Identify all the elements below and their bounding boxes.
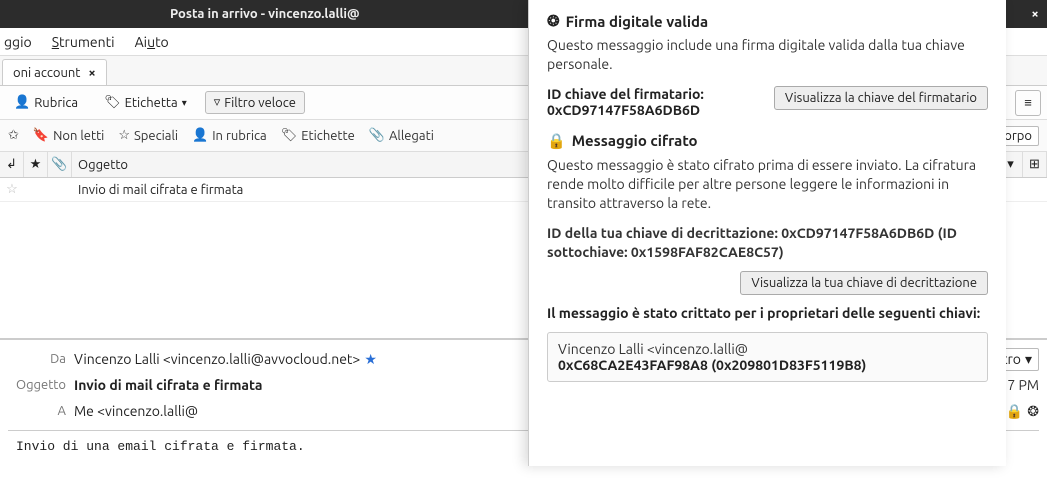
- view-signer-key-button[interactable]: Visualizza la chiave del firmatario: [774, 86, 988, 110]
- from-label: Da: [8, 352, 66, 366]
- filter-starred-label: Speciali: [134, 129, 178, 143]
- to-value: Me <vincenzo.lalli@: [74, 403, 198, 419]
- contact-star-icon[interactable]: ★: [364, 351, 377, 368]
- signer-key-label: ID chiave del firmatario:: [547, 86, 704, 102]
- tag-icon: 🏷: [104, 95, 121, 110]
- col-picker-2[interactable]: ⊞: [1023, 152, 1047, 177]
- address-book-label: Rubrica: [34, 96, 78, 110]
- filter-contacts-label: In rubrica: [212, 129, 266, 143]
- tag-label: Etichetta: [125, 96, 178, 110]
- encryption-heading: 🔒 Messaggio cifrato: [547, 132, 988, 150]
- subject-label: Oggetto: [8, 378, 66, 392]
- subject-value: Invio di mail cifrata e firmata: [74, 377, 262, 393]
- security-panel: ❂ Firma digitale valida Questo messaggio…: [528, 0, 1006, 466]
- row-star-icon[interactable]: ☆: [0, 182, 24, 197]
- filter-icon: ▿: [214, 95, 221, 110]
- filter-unread-label: Non letti: [53, 129, 104, 143]
- col-attachment-icon[interactable]: 📎: [48, 152, 72, 177]
- filter-tags-button[interactable]: 🏷 Etichette: [281, 128, 355, 143]
- filter-attachments-button[interactable]: 📎 Allegati: [369, 128, 434, 143]
- decryption-key-text: ID della tua chiave di decrittazione: 0x…: [547, 224, 988, 262]
- filter-contacts-button[interactable]: 👤 In rubrica: [192, 128, 267, 143]
- recipient-entry: Vincenzo Lalli <vincenzo.lalli@ 0xC68CA2…: [547, 332, 988, 382]
- address-book-button[interactable]: 👤 Rubrica: [6, 92, 86, 113]
- chevron-down-icon: ▾: [1025, 351, 1032, 368]
- recipient-name: Vincenzo Lalli <vincenzo.lalli@: [558, 341, 977, 357]
- chevron-down-icon: ▾: [182, 97, 187, 109]
- menu-item-messaggio[interactable]: ggio: [4, 34, 32, 50]
- tab-close-icon[interactable]: ×: [88, 66, 95, 80]
- app-menu-button[interactable]: ≡: [1015, 90, 1041, 116]
- view-decryption-key-button[interactable]: Visualizza la tua chiave di decrittazion…: [740, 271, 988, 295]
- signature-heading: ❂ Firma digitale valida: [547, 12, 988, 30]
- col-star-icon[interactable]: ★: [24, 152, 48, 177]
- encryption-text: Questo messaggio è stato cifrato prima d…: [547, 156, 988, 213]
- col-thread-icon[interactable]: ↲: [0, 152, 24, 177]
- lock-icon[interactable]: 🔒: [1006, 403, 1023, 420]
- menu-item-strumenti[interactable]: Strumenti: [52, 34, 115, 50]
- recipient-key: 0xC68CA2E43FAF98A8 (0x209801D83F5119B8): [558, 357, 977, 373]
- tab-account-settings[interactable]: oni account ×: [2, 59, 107, 85]
- tag-button[interactable]: 🏷 Etichetta ▾: [96, 92, 195, 113]
- filter-pin-button[interactable]: ✩: [8, 128, 19, 143]
- window-title: Posta in arrivo - vincenzo.lalli@: [170, 7, 360, 21]
- rosette-icon: ❂: [547, 12, 560, 30]
- quick-filter-button[interactable]: ▿ Filtro veloce: [205, 91, 305, 114]
- signature-text: Questo messaggio include una firma digit…: [547, 36, 988, 74]
- quick-filter-label: Filtro veloce: [224, 96, 296, 110]
- from-value: Vincenzo Lalli <vincenzo.lalli@avvocloud…: [74, 351, 360, 367]
- window-close-button[interactable]: ×: [1023, 7, 1047, 21]
- filter-unread-button[interactable]: 🔖 Non letti: [33, 128, 104, 143]
- tab-label: oni account: [13, 66, 80, 80]
- address-book-icon: 👤: [14, 95, 30, 110]
- lock-icon: 🔒: [547, 132, 566, 150]
- signature-rosette-icon[interactable]: ❂: [1027, 403, 1039, 420]
- filter-attachments-label: Allegati: [389, 129, 434, 143]
- signer-key-id: 0xCD97147F58A6DB6D: [547, 102, 704, 118]
- filter-tags-label: Etichette: [301, 129, 355, 143]
- recipients-heading: Il messaggio è stato crittato per i prop…: [547, 304, 988, 322]
- filter-starred-button[interactable]: ☆ Speciali: [118, 128, 178, 143]
- menu-item-aiuto[interactable]: Aiuto: [135, 34, 169, 50]
- to-label: A: [8, 404, 66, 418]
